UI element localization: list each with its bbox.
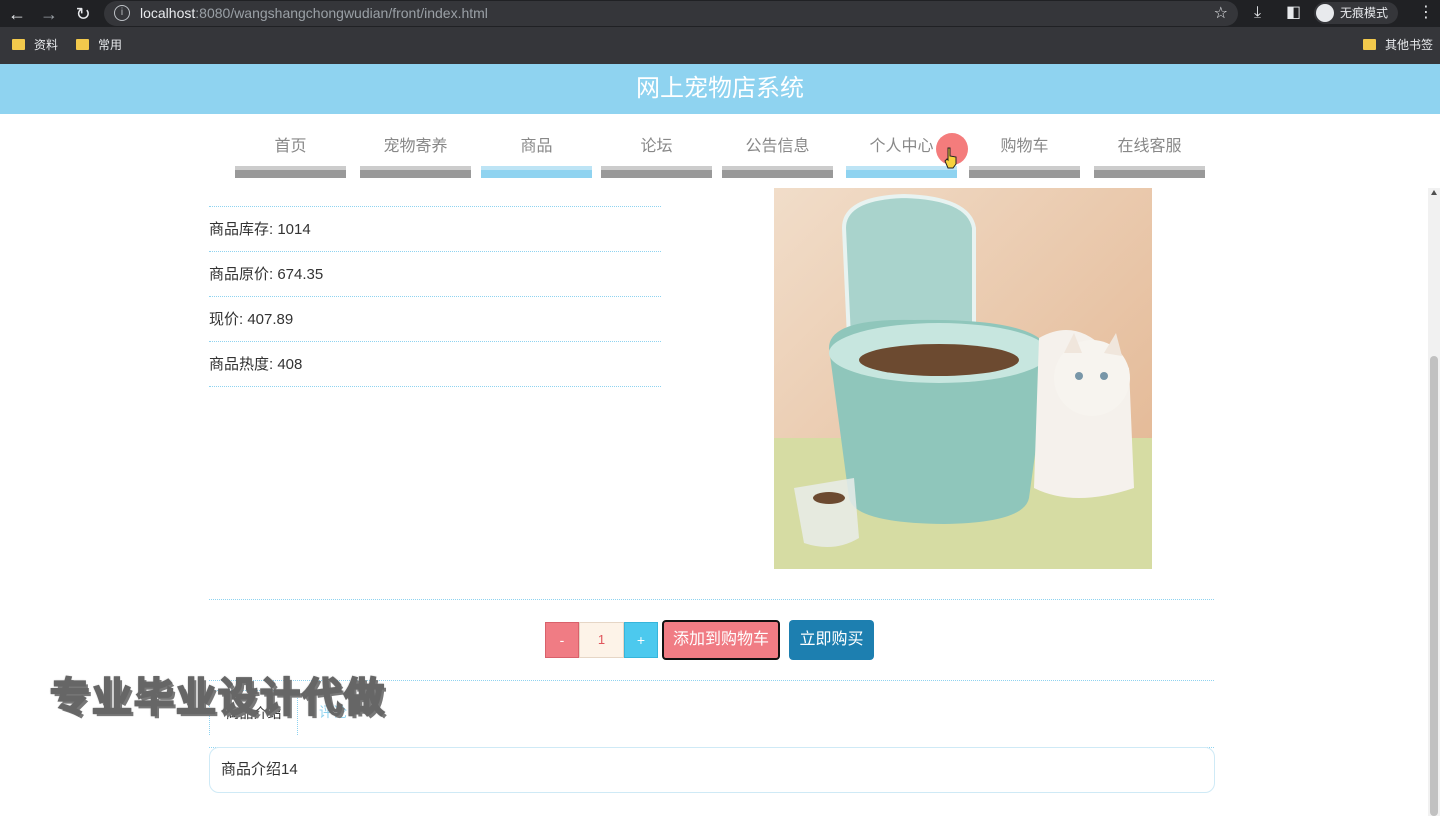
site-title: 网上宠物店系统 bbox=[636, 75, 804, 102]
nav-label: 公告信息 bbox=[745, 138, 810, 155]
url-text: localhost:8080/wangshangchongwudian/fron… bbox=[140, 5, 488, 21]
nav-underline bbox=[722, 166, 833, 178]
nav-item-products[interactable]: 商品 bbox=[481, 128, 592, 178]
nav-underline bbox=[481, 166, 592, 178]
bookmarks-bar: 资料 常用 其他书签 bbox=[0, 27, 1440, 64]
bookmark-label: 其他书签 bbox=[1385, 38, 1434, 52]
nav-label: 商品 bbox=[520, 138, 553, 155]
clipped-row bbox=[209, 178, 661, 207]
divider bbox=[209, 599, 1214, 600]
incognito-icon bbox=[1316, 4, 1334, 22]
nav-label: 在线客服 bbox=[1117, 138, 1182, 155]
nav-item-support[interactable]: 在线客服 bbox=[1094, 128, 1205, 178]
bookmark-label: 资料 bbox=[34, 38, 59, 52]
nav-item-cart[interactable]: 购物车 bbox=[969, 128, 1080, 178]
nav-label: 首页 bbox=[274, 138, 307, 155]
quantity-input[interactable]: 1 bbox=[579, 622, 624, 658]
nav-underline bbox=[1094, 166, 1205, 178]
menu-kebab-icon[interactable]: ⋮ bbox=[1418, 3, 1434, 23]
original-price-row: 商品原价: 674.35 bbox=[209, 252, 661, 297]
back-arrow-icon[interactable]: ← bbox=[6, 3, 28, 25]
address-bar[interactable]: i localhost:8080/wangshangchongwudian/fr… bbox=[104, 1, 1238, 26]
nav-label: 购物车 bbox=[1000, 138, 1049, 155]
nav-item-home[interactable]: 首页 bbox=[235, 128, 346, 178]
browser-toolbar: ← → ↻ i localhost:8080/wangshangchongwud… bbox=[0, 0, 1440, 27]
scroll-thumb[interactable] bbox=[1430, 356, 1438, 816]
product-intro-content: 商品介绍14 bbox=[209, 747, 1215, 793]
nav-item-forum[interactable]: 论坛 bbox=[601, 128, 712, 178]
quantity-decrease-button[interactable]: - bbox=[545, 622, 579, 658]
bookmark-folder-ziliao[interactable]: 资料 bbox=[12, 37, 58, 53]
download-icon[interactable]: ⤓ bbox=[1254, 3, 1261, 23]
nav-underline bbox=[235, 166, 346, 178]
bookmark-folder-changyong[interactable]: 常用 bbox=[76, 37, 122, 53]
quantity-increase-button[interactable]: + bbox=[624, 622, 658, 658]
other-bookmarks[interactable]: 其他书签 bbox=[1363, 37, 1433, 53]
buy-now-button[interactable]: 立即购买 bbox=[789, 620, 874, 660]
nav-underline bbox=[601, 166, 712, 178]
current-price-row: 现价: 407.89 bbox=[209, 297, 661, 342]
add-to-cart-button[interactable]: 添加到购物车 bbox=[662, 620, 780, 660]
main-nav: 首页 宠物寄养 商品 论坛 公告信息 个人中心 购物车 在线客服 bbox=[235, 128, 1205, 178]
incognito-label: 无痕模式 bbox=[1340, 6, 1389, 20]
folder-icon bbox=[12, 39, 25, 50]
side-panel-icon[interactable]: ◧ bbox=[1286, 3, 1301, 23]
site-info-icon[interactable]: i bbox=[114, 5, 130, 21]
nav-item-boarding[interactable]: 宠物寄养 bbox=[360, 128, 471, 178]
product-image bbox=[774, 188, 1152, 569]
scroll-up-arrow-icon[interactable] bbox=[1431, 190, 1437, 195]
folder-icon bbox=[76, 39, 89, 50]
stock-row: 商品库存: 1014 bbox=[209, 207, 661, 252]
nav-underline bbox=[969, 166, 1080, 178]
folder-icon bbox=[1363, 39, 1376, 50]
watermark-overlay: 专业毕业设计代做 bbox=[49, 674, 386, 722]
nav-underline bbox=[360, 166, 471, 178]
url-path: :8080/wangshangchongwudian/front/index.h… bbox=[195, 5, 488, 21]
nav-label: 论坛 bbox=[640, 138, 673, 155]
popularity-row: 商品热度: 408 bbox=[209, 342, 661, 387]
site-header: 网上宠物店系统 bbox=[0, 64, 1440, 114]
bookmark-star-icon[interactable]: ☆ bbox=[1214, 3, 1228, 23]
bookmark-label: 常用 bbox=[98, 38, 123, 52]
page-scrollbar[interactable] bbox=[1428, 188, 1440, 816]
nav-label: 宠物寄养 bbox=[383, 138, 448, 155]
hand-cursor-icon bbox=[944, 147, 957, 169]
url-host: localhost bbox=[140, 5, 196, 21]
nav-underline bbox=[846, 166, 957, 178]
incognito-badge[interactable]: 无痕模式 bbox=[1314, 2, 1399, 24]
forward-arrow-icon[interactable]: → bbox=[38, 3, 60, 25]
nav-item-notices[interactable]: 公告信息 bbox=[722, 128, 833, 178]
reload-icon[interactable]: ↻ bbox=[72, 3, 94, 25]
